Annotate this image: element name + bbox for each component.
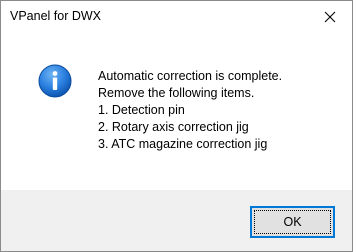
message-line: Automatic correction is complete. — [98, 69, 283, 83]
ok-button-label: OK — [283, 215, 302, 229]
info-icon — [38, 64, 72, 98]
message-line: 1. Detection pin — [98, 103, 185, 117]
close-button[interactable] — [308, 1, 352, 32]
ok-button[interactable]: OK — [250, 206, 335, 238]
dialog-footer: OK — [1, 190, 352, 251]
message-line: Remove the following items. — [98, 86, 255, 100]
title-bar: VPanel for DWX — [1, 1, 352, 32]
window-title: VPanel for DWX — [10, 9, 102, 23]
message-line: 3. ATC magazine correction jig — [98, 137, 268, 151]
dialog-content: Automatic correction is complete. Remove… — [1, 32, 352, 190]
message-line: 2. Rotary axis correction jig — [98, 120, 249, 134]
message-text: Automatic correction is complete. Remove… — [98, 68, 282, 153]
message-dialog: VPanel for DWX Automatic correction is c… — [0, 0, 353, 252]
close-icon — [324, 11, 336, 22]
